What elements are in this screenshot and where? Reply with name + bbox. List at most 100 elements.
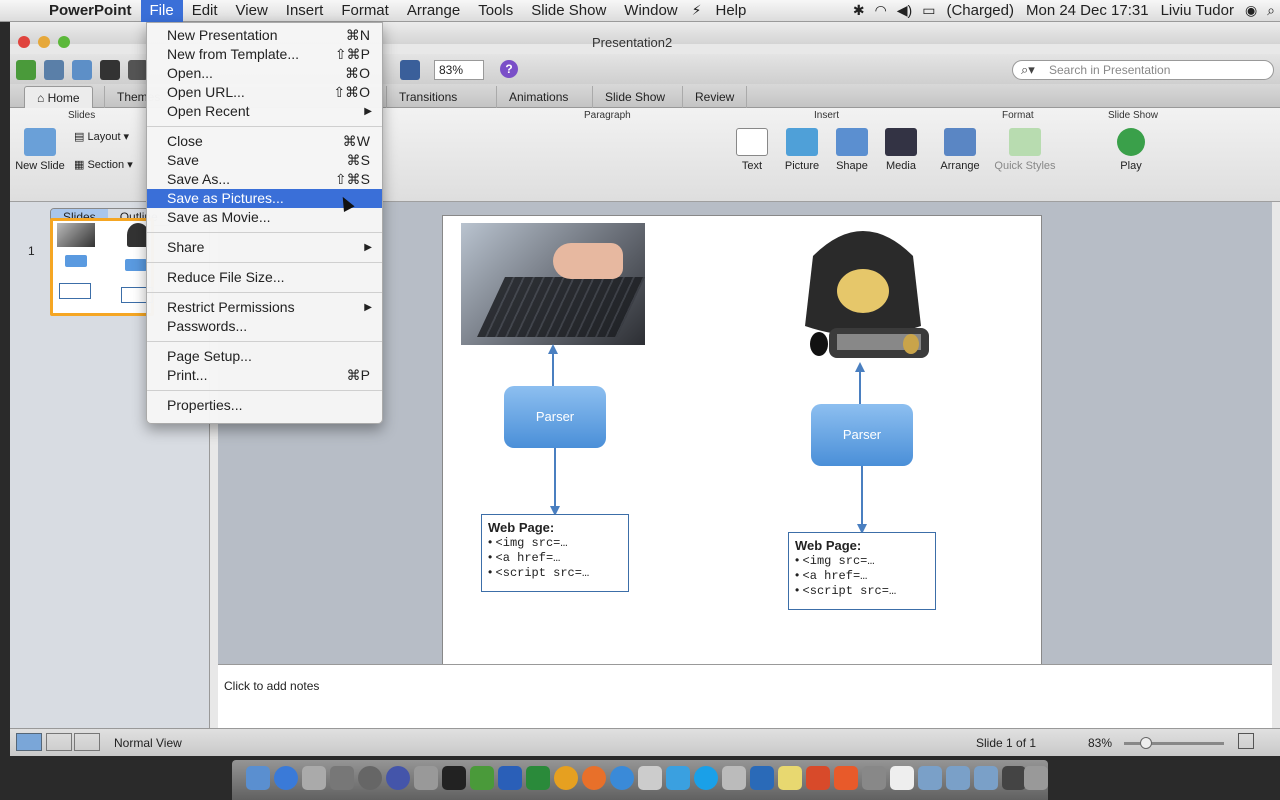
fit-to-window-icon[interactable] <box>1238 733 1254 749</box>
downloads-folder-icon[interactable] <box>974 766 998 790</box>
menu-view[interactable]: View <box>227 0 277 22</box>
menu-item-restrict-permissions[interactable]: Restrict Permissions ▶ <box>147 298 382 317</box>
documents-folder-icon[interactable] <box>946 766 970 790</box>
volume-icon[interactable]: ◀) <box>892 2 917 19</box>
menu-item-open[interactable]: Open... ⌘O <box>147 64 382 83</box>
launchpad-icon[interactable] <box>302 766 326 790</box>
media-button[interactable]: Media <box>880 128 922 172</box>
screenshot-icon[interactable] <box>1002 766 1026 790</box>
layout-button[interactable]: ▤ Layout ▾ <box>74 130 129 143</box>
network-icon[interactable] <box>386 766 410 790</box>
menu-window[interactable]: Window <box>615 0 686 22</box>
slide-show-toolbar-icon[interactable] <box>400 60 420 80</box>
shape-button[interactable]: Shape <box>832 128 872 172</box>
close-window-icon[interactable] <box>18 36 30 48</box>
slide-thumbnail[interactable] <box>50 218 154 316</box>
keynote-icon[interactable] <box>834 766 858 790</box>
menu-file[interactable]: File <box>140 0 183 22</box>
wifi-icon[interactable]: ◠ <box>870 2 892 19</box>
parser-shape-left[interactable]: Parser <box>504 386 606 448</box>
menu-help[interactable]: Help <box>706 0 755 22</box>
app-icon[interactable] <box>750 766 774 790</box>
help-icon[interactable]: ? <box>500 60 518 78</box>
slide-show-view-icon[interactable] <box>74 733 100 751</box>
webpage-box-right[interactable]: Web Page: <img src=… <a href=… <script s… <box>788 532 936 610</box>
terminal-icon[interactable] <box>442 766 466 790</box>
menu-format[interactable]: Format <box>332 0 398 22</box>
picture-button[interactable]: Picture <box>778 128 826 172</box>
app-store-icon[interactable] <box>274 766 298 790</box>
battery-status[interactable]: (Charged) <box>940 0 1020 22</box>
menu-item-open-url[interactable]: Open URL... ⇧⌘O <box>147 83 382 102</box>
powerpoint-dock-icon[interactable] <box>806 766 830 790</box>
templates-icon[interactable] <box>44 60 64 80</box>
facetime-icon[interactable] <box>666 766 690 790</box>
editor-icon[interactable] <box>470 766 494 790</box>
save-icon[interactable] <box>100 60 120 80</box>
bluetooth-icon[interactable]: ✱ <box>848 2 870 19</box>
webpage-box-left[interactable]: Web Page: <img src=… <a href=… <script s… <box>481 514 629 592</box>
arrange-button[interactable]: Arrange <box>936 128 984 172</box>
print-icon[interactable] <box>128 60 148 80</box>
word-icon[interactable] <box>498 766 522 790</box>
menu-item-save-as[interactable]: Save As... ⇧⌘S <box>147 170 382 189</box>
menu-item-print[interactable]: Print... ⌘P <box>147 366 382 385</box>
play-button[interactable]: Play <box>1110 128 1152 172</box>
menu-arrange[interactable]: Arrange <box>398 0 469 22</box>
clock[interactable]: Mon 24 Dec 17:31 <box>1020 0 1155 22</box>
menu-item-close[interactable]: Close ⌘W <box>147 132 382 151</box>
search-input[interactable]: ⌕▾ Search in Presentation <box>1012 60 1274 80</box>
trash-icon[interactable] <box>1024 766 1048 790</box>
open-icon[interactable] <box>72 60 92 80</box>
user-menu[interactable]: Liviu Tudor <box>1155 0 1240 22</box>
menu-item-open-recent[interactable]: Open Recent ▶ <box>147 102 382 121</box>
tab-animations[interactable]: Animations <box>496 86 580 108</box>
menu-item-passwords[interactable]: Passwords... <box>147 317 382 336</box>
time-machine-icon[interactable]: ◉ <box>1240 2 1262 19</box>
script-icon[interactable]: ⚡ <box>687 2 707 19</box>
slide-canvas[interactable]: Parser Parser Web Page: <img src=… <a hr… <box>442 215 1042 665</box>
menu-item-reduce-file-size[interactable]: Reduce File Size... <box>147 268 382 287</box>
stickies-icon[interactable] <box>778 766 802 790</box>
excel-icon[interactable] <box>526 766 550 790</box>
menu-insert[interactable]: Insert <box>277 0 333 22</box>
notes-pane[interactable]: Click to add notes <box>218 664 1272 734</box>
utility-icon[interactable] <box>414 766 438 790</box>
dashboard-icon[interactable] <box>330 766 354 790</box>
slide-sorter-view-icon[interactable] <box>46 733 72 751</box>
outlook-icon[interactable] <box>554 766 578 790</box>
minimize-window-icon[interactable] <box>38 36 50 48</box>
system-preferences-icon[interactable] <box>358 766 382 790</box>
skype-icon[interactable] <box>694 766 718 790</box>
text-button[interactable]: Text <box>732 128 772 172</box>
menu-tools[interactable]: Tools <box>469 0 522 22</box>
firefox-icon[interactable] <box>582 766 606 790</box>
zoom-slider-handle[interactable] <box>1140 737 1152 749</box>
spotlight-icon[interactable]: ⌕ <box>1262 2 1280 19</box>
normal-view-icon[interactable] <box>16 733 42 751</box>
menu-item-save-as-movie[interactable]: Save as Movie... <box>147 208 382 227</box>
cleaner-icon[interactable] <box>638 766 662 790</box>
zoom-window-icon[interactable] <box>58 36 70 48</box>
menu-edit[interactable]: Edit <box>183 0 227 22</box>
itunes-icon[interactable] <box>610 766 634 790</box>
new-doc-icon[interactable] <box>16 60 36 80</box>
menu-slide-show[interactable]: Slide Show <box>522 0 615 22</box>
new-slide-button[interactable]: New Slide <box>14 128 66 172</box>
app-menu[interactable]: PowerPoint <box>40 0 141 22</box>
menu-item-page-setup[interactable]: Page Setup... <box>147 347 382 366</box>
menu-item-share[interactable]: Share ▶ <box>147 238 382 257</box>
battery-icon[interactable]: ▭ <box>917 2 940 19</box>
section-button[interactable]: ▦ Section ▾ <box>74 158 133 171</box>
tab-slide-show[interactable]: Slide Show <box>592 86 677 108</box>
menu-item-new-from-template[interactable]: New from Template... ⇧⌘P <box>147 45 382 64</box>
tool-icon[interactable] <box>862 766 886 790</box>
zoom-select[interactable]: 83% <box>434 60 484 80</box>
menu-item-new-presentation[interactable]: New Presentation ⌘N <box>147 26 382 45</box>
tab-transitions[interactable]: Transitions <box>386 86 469 108</box>
zoom-slider[interactable] <box>1124 742 1224 745</box>
calculator-icon[interactable] <box>722 766 746 790</box>
tab-home[interactable]: ⌂ Home <box>24 86 93 108</box>
menu-item-save[interactable]: Save ⌘S <box>147 151 382 170</box>
finder-icon[interactable] <box>246 766 270 790</box>
